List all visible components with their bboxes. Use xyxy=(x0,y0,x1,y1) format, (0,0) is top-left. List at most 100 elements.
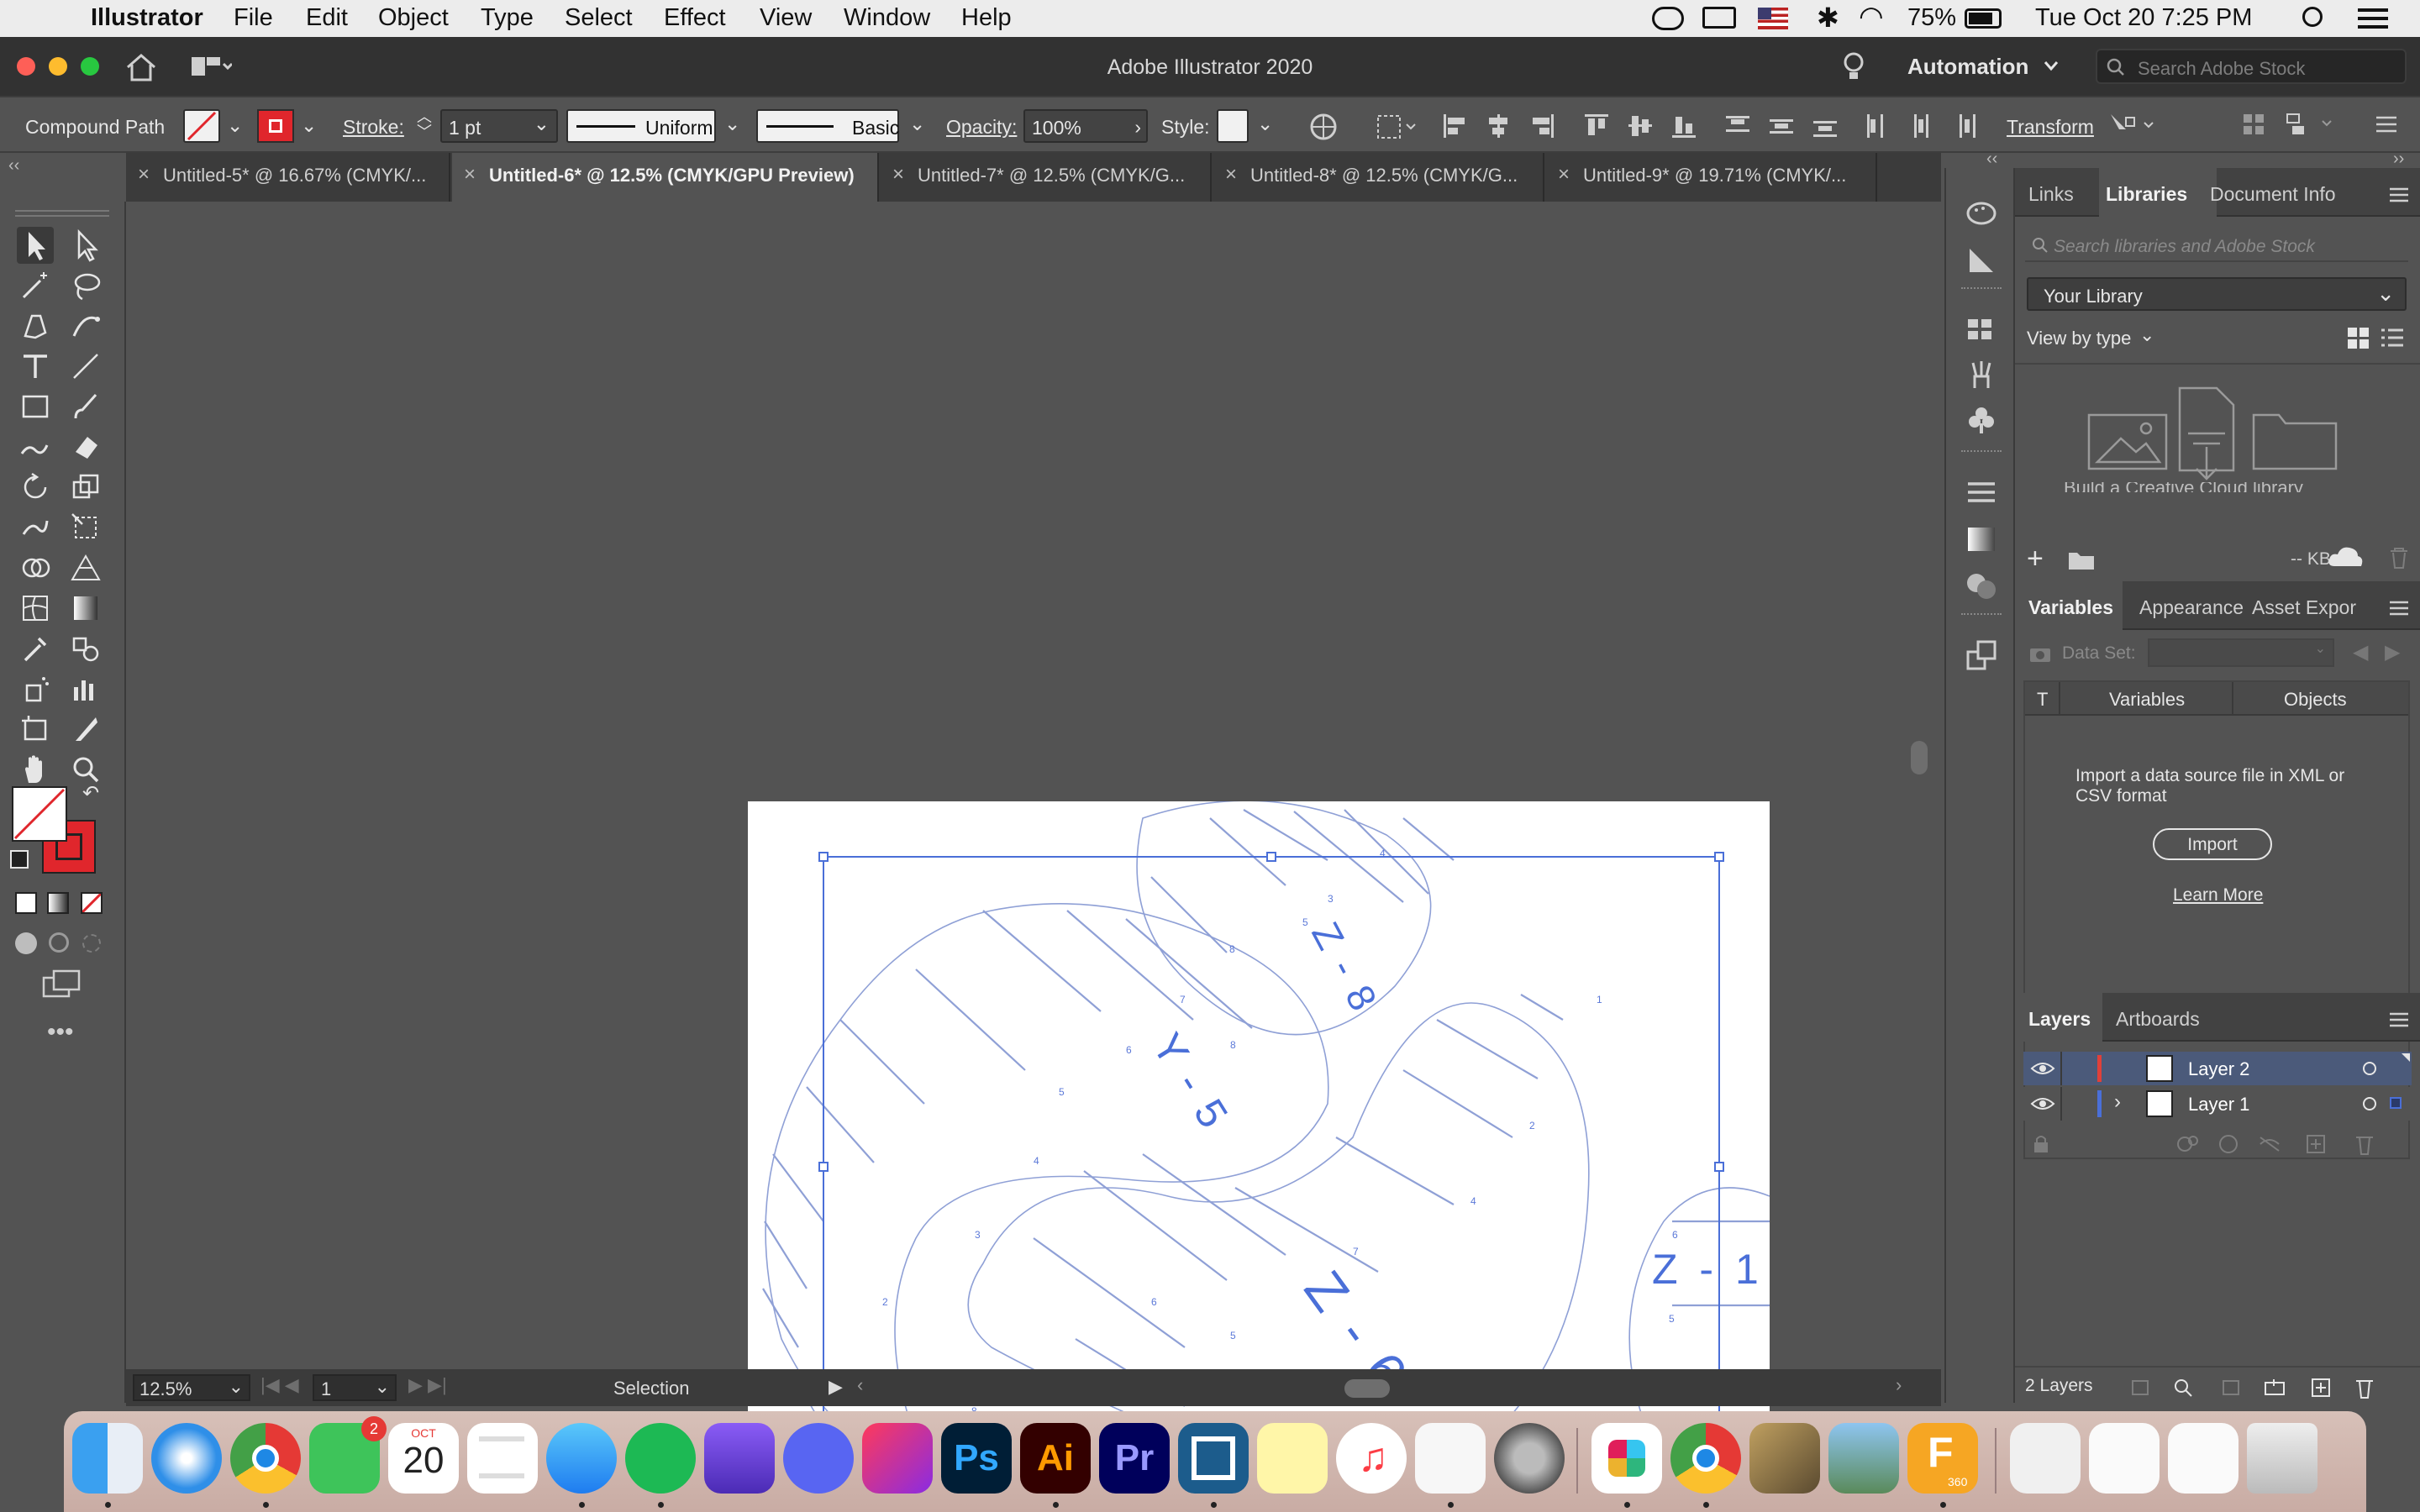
gradient-mode-icon[interactable] xyxy=(47,892,69,914)
chrome-secondary-icon[interactable] xyxy=(1670,1423,1741,1494)
first-artboard-icon[interactable]: |◀ ◀ xyxy=(260,1374,299,1396)
gradient-tool-icon[interactable] xyxy=(67,590,104,627)
menu-help[interactable]: Help xyxy=(961,4,1012,32)
spotlight-search-icon[interactable] xyxy=(2302,7,2323,27)
view-by-chevron-icon[interactable]: ⌄ xyxy=(2139,324,2154,346)
transform-link[interactable]: Transform xyxy=(2007,116,2094,139)
arrange-documents-icon[interactable] xyxy=(190,55,232,77)
color-guide-icon[interactable] xyxy=(1965,245,1998,276)
paintbrush-tool-icon[interactable] xyxy=(67,388,104,425)
horizontal-align-center-icon[interactable] xyxy=(1486,113,1511,139)
isolate-group-icon[interactable] xyxy=(2107,111,2158,141)
artboards-panel-icon[interactable] xyxy=(1965,638,1998,672)
fusion-360-icon[interactable]: F 360 xyxy=(1907,1423,1978,1494)
bluetooth-icon[interactable]: ✱ xyxy=(1817,2,1839,34)
layer-row-1[interactable]: › Layer 1 xyxy=(2023,1087,2412,1121)
layer-row-2[interactable]: Layer 2 xyxy=(2023,1052,2412,1085)
scroll-left-icon[interactable]: ‹ xyxy=(857,1374,863,1396)
new-library-folder-icon[interactable] xyxy=(2067,548,2096,571)
vertical-distribute-top-icon[interactable] xyxy=(1724,113,1749,139)
battery-icon[interactable] xyxy=(1965,8,2002,29)
next-data-set-icon[interactable]: ▶ xyxy=(2385,640,2400,664)
creative-cloud-app-icon[interactable] xyxy=(862,1423,933,1494)
clock[interactable]: Tue Oct 20 7:25 PM xyxy=(2035,4,2252,32)
magic-wand-tool-icon[interactable] xyxy=(17,267,54,304)
disk-utility-icon[interactable] xyxy=(1749,1423,1820,1494)
system-preferences-icon[interactable] xyxy=(1494,1423,1565,1494)
menu-edit[interactable]: Edit xyxy=(306,4,348,32)
scroll-right-icon[interactable]: › xyxy=(1896,1374,1902,1396)
preview-icon[interactable] xyxy=(1828,1423,1899,1494)
horizontal-align-right-icon[interactable] xyxy=(1529,113,1555,139)
stroke-label[interactable]: Stroke: xyxy=(343,116,404,139)
search-adobe-stock-input[interactable]: Search Adobe Stock xyxy=(2096,49,2407,84)
notes-icon[interactable] xyxy=(1257,1423,1328,1494)
free-transform-tool-icon[interactable] xyxy=(67,509,104,546)
horizontal-distribute-right-icon[interactable] xyxy=(1951,113,1976,139)
perspective-grid-tool-icon[interactable] xyxy=(67,549,104,586)
brush-chevron-icon[interactable]: ⌄ xyxy=(909,113,925,135)
tab-asset-export[interactable]: Asset Expor xyxy=(2252,596,2356,619)
graphic-style-swatch[interactable] xyxy=(1217,109,1249,143)
layer-name[interactable]: Layer 2 xyxy=(2188,1058,2249,1080)
column-type[interactable]: T xyxy=(2037,689,2048,711)
blend-tool-icon[interactable] xyxy=(67,630,104,667)
view-by-type-dropdown[interactable]: View by type xyxy=(2027,328,2131,349)
pages-icon[interactable] xyxy=(1415,1423,1486,1494)
stroke-dropdown-chevron-icon[interactable]: ⌄ xyxy=(301,114,317,137)
align-to-selection-icon[interactable] xyxy=(1375,113,1417,141)
menu-window[interactable]: Window xyxy=(844,4,930,32)
document-stack-icon[interactable] xyxy=(2089,1423,2160,1494)
document-stack-icon[interactable] xyxy=(2010,1423,2081,1494)
warp-tool-icon[interactable] xyxy=(17,509,54,546)
horizontal-align-left-icon[interactable] xyxy=(1442,113,1467,139)
rotate-tool-icon[interactable] xyxy=(17,469,54,506)
calendar-icon[interactable]: OCT 20 xyxy=(388,1423,459,1494)
horizontal-scroll-thumb[interactable] xyxy=(1344,1379,1390,1398)
premiere-icon[interactable]: Pr xyxy=(1099,1423,1170,1494)
tab-artboards[interactable]: Artboards xyxy=(2116,1008,2200,1031)
vertical-distribute-center-icon[interactable] xyxy=(1768,113,1793,139)
home-icon[interactable] xyxy=(124,52,158,82)
visibility-eye-icon[interactable] xyxy=(2030,1095,2055,1112)
panel-menu-icon[interactable] xyxy=(2388,1011,2410,1028)
draw-behind-icon[interactable] xyxy=(49,932,69,953)
type-tool-icon[interactable] xyxy=(17,348,54,385)
brush-definition-select[interactable]: Basic xyxy=(756,109,899,143)
wifi-icon[interactable]: ◠ xyxy=(1859,0,1884,34)
default-fill-stroke-icon[interactable] xyxy=(10,850,29,869)
opacity-label[interactable]: Opacity: xyxy=(946,116,1017,139)
style-chevron-icon[interactable]: ⌄ xyxy=(1257,113,1273,135)
spotify-icon[interactable] xyxy=(625,1423,696,1494)
change-screen-mode-icon[interactable] xyxy=(42,969,82,1000)
vertical-align-top-icon[interactable] xyxy=(1583,113,1608,139)
stroke-weight-input[interactable]: 1 pt ⌄ xyxy=(440,109,558,143)
tab-links[interactable]: Links xyxy=(2028,183,2074,206)
grid-view-icon[interactable] xyxy=(2346,326,2371,351)
opacity-input[interactable]: 100% › xyxy=(1023,109,1148,143)
delete-icon[interactable] xyxy=(2388,546,2410,570)
chrome-icon[interactable] xyxy=(230,1423,301,1494)
messages-icon[interactable] xyxy=(546,1423,617,1494)
fill-swatch[interactable] xyxy=(183,109,220,143)
lightbulb-icon[interactable] xyxy=(1842,50,1865,84)
pen-tool-icon[interactable] xyxy=(17,307,54,344)
artboard-number-select[interactable]: 1 ⌄ xyxy=(313,1374,397,1401)
tab-document-info[interactable]: Document Info xyxy=(2210,183,2336,206)
safari-icon[interactable] xyxy=(151,1423,222,1494)
data-set-select[interactable]: ⌄ xyxy=(2148,638,2334,667)
menu-type[interactable]: Type xyxy=(481,4,534,32)
menu-object[interactable]: Object xyxy=(378,4,449,32)
swap-fill-stroke-icon[interactable]: ↶ xyxy=(82,781,99,806)
column-variables[interactable]: Variables xyxy=(2109,689,2185,711)
collapse-panels-icon[interactable]: ›› xyxy=(2393,150,2404,169)
tab-untitled-7[interactable]: × Untitled-7* @ 12.5% (CMYK/G... xyxy=(881,153,1212,202)
tab-libraries[interactable]: Libraries xyxy=(2106,183,2187,206)
target-circle-icon[interactable] xyxy=(2363,1097,2376,1110)
creative-cloud-icon[interactable] xyxy=(1652,7,1684,30)
next-artboard-icon[interactable]: ▶ ▶| xyxy=(408,1374,447,1396)
collapse-strip-icon[interactable]: ‹‹ xyxy=(1986,150,1997,169)
eyedropper-tool-icon[interactable] xyxy=(17,630,54,667)
draw-inside-icon[interactable] xyxy=(82,934,101,953)
column-objects[interactable]: Objects xyxy=(2284,689,2347,711)
